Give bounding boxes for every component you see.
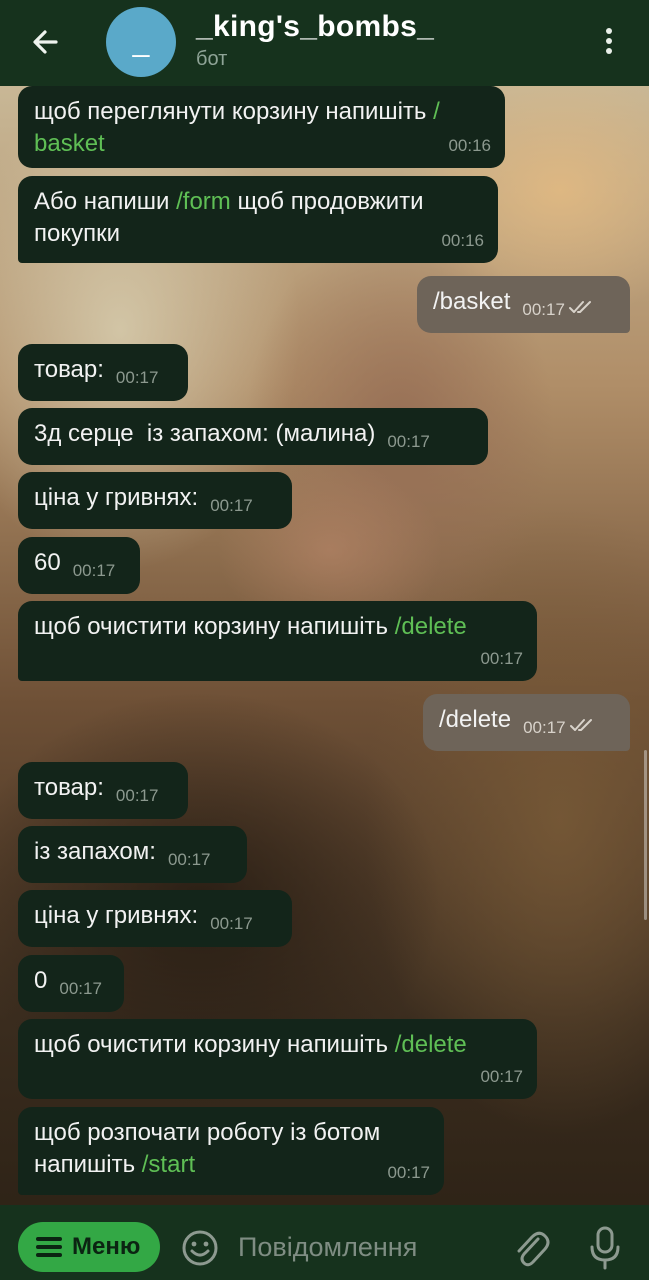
emoji-smile-icon[interactable] (180, 1228, 220, 1268)
incoming-message[interactable]: щоб переглянути корзину напишіть / baske… (18, 86, 505, 168)
composer-bar: Меню (0, 1205, 649, 1280)
incoming-message[interactable]: із запахом: 00:17 (18, 826, 247, 883)
message-time: 00:17 (167, 850, 211, 869)
message-text: ціна у гривнях: (34, 902, 198, 929)
message-time: 00:17 (522, 300, 565, 319)
message-time: 00:16 (448, 136, 491, 155)
message-time: 00:17 (115, 368, 159, 387)
double-check-icon (566, 710, 596, 737)
bot-command-link[interactable]: /form (176, 188, 231, 215)
more-vertical-icon[interactable] (594, 24, 624, 64)
chat-title[interactable]: _king's_bombs_ (196, 10, 434, 44)
bot-command-link[interactable]: /start (142, 1151, 195, 1178)
menu-button[interactable]: Меню (18, 1222, 160, 1272)
message-text-part: 0 (34, 967, 48, 994)
incoming-message[interactable]: Або напиши /form щоб продовжити покупки 0… (18, 176, 498, 263)
message-text: товар: (34, 774, 104, 801)
message-time: 00:17 (115, 786, 159, 805)
message-text-part: 3д серце із запахом: (малина) (34, 420, 376, 447)
incoming-message[interactable]: щоб очистити корзину напишіть /delete 00:… (18, 1019, 537, 1099)
microphone-icon[interactable] (588, 1225, 622, 1271)
message-text-part: щоб переглянути корзину напишіть (34, 98, 434, 125)
message-time: 00:16 (441, 231, 484, 250)
menu-button-label: Меню (72, 1233, 141, 1260)
message-text: /delete (439, 706, 511, 733)
message-text-part: щоб розпочати роботу із ботом напишіть (34, 1119, 381, 1178)
bot-command-link[interactable]: /delete (395, 1031, 467, 1058)
message-text: ціна у гривнях: (34, 484, 198, 511)
message-time: 00:17 (210, 914, 253, 933)
message-time: 00:17 (480, 649, 523, 668)
message-text: 3д серце із запахом: (малина) (34, 420, 375, 447)
incoming-message[interactable]: щоб розпочати роботу із ботом напишіть /… (18, 1107, 444, 1195)
chat-subtitle: бот (196, 48, 228, 70)
incoming-message[interactable]: товар: 00:17 (18, 344, 188, 401)
bot-command-link[interactable]: /delete (395, 613, 467, 640)
message-time: 00:17 (480, 1067, 523, 1086)
message-text-part: із запахом: (34, 838, 156, 865)
message-text: щоб розпочати роботу із ботом напишіть /… (34, 1119, 380, 1178)
message-input[interactable] (238, 1227, 488, 1267)
menu-icon (36, 1237, 62, 1257)
message-text-part: щоб очистити корзину напишіть (34, 1031, 395, 1058)
message-text-part: товар: (34, 356, 104, 383)
message-time: 00:17 (523, 718, 566, 737)
message-text-part: /basket (433, 288, 511, 315)
message-text: щоб очистити корзину напишіть /delete (34, 613, 467, 640)
double-check-icon (565, 292, 595, 319)
message-text: щоб очистити корзину напишіть /delete (34, 1031, 467, 1058)
message-text-part: 60 (34, 549, 61, 576)
message-text-part: ціна у гривнях: (34, 902, 199, 929)
scrollbar[interactable] (644, 750, 647, 920)
message-text: Або напиши /form щоб продовжити покупки (34, 188, 424, 247)
message-time: 00:17 (210, 496, 253, 515)
message-text: 60 (34, 549, 61, 576)
outgoing-message[interactable]: /delete 00:17 (423, 694, 630, 751)
message-text-part: щоб очистити корзину напишіть (34, 613, 395, 640)
incoming-message[interactable]: 0 00:17 (18, 955, 124, 1012)
message-text-part: ціна у гривнях: (34, 484, 199, 511)
arrow-left-icon[interactable] (26, 22, 66, 62)
message-time: 00:17 (387, 1163, 430, 1182)
message-text: товар: (34, 356, 104, 383)
message-text-part: товар: (34, 774, 104, 801)
message-text-part: /delete (439, 706, 512, 733)
message-text: із запахом: (34, 838, 156, 865)
message-time: 00:17 (59, 979, 102, 998)
incoming-message[interactable]: щоб очистити корзину напишіть /delete 00:… (18, 601, 537, 681)
incoming-message[interactable]: ціна у гривнях: 00:17 (18, 890, 292, 947)
avatar[interactable]: _ (106, 7, 176, 77)
incoming-message[interactable]: товар: 00:17 (18, 762, 188, 819)
message-text: 0 (34, 967, 47, 994)
incoming-message[interactable]: 3д серце із запахом: (малина) 00:17 (18, 408, 488, 465)
message-text-part: Або напиши (34, 188, 177, 215)
incoming-message[interactable]: ціна у гривнях: 00:17 (18, 472, 292, 529)
outgoing-message[interactable]: /basket 00:17 (417, 276, 630, 333)
incoming-message[interactable]: 60 00:17 (18, 537, 140, 594)
paperclip-icon[interactable] (512, 1227, 550, 1269)
chat-header: _ _king's_bombs_ бот (0, 0, 649, 86)
message-time: 00:17 (72, 561, 116, 580)
message-text: /basket (433, 288, 510, 315)
message-time: 00:17 (387, 432, 430, 451)
message-text: щоб переглянути корзину напишіть / baske… (34, 98, 440, 157)
